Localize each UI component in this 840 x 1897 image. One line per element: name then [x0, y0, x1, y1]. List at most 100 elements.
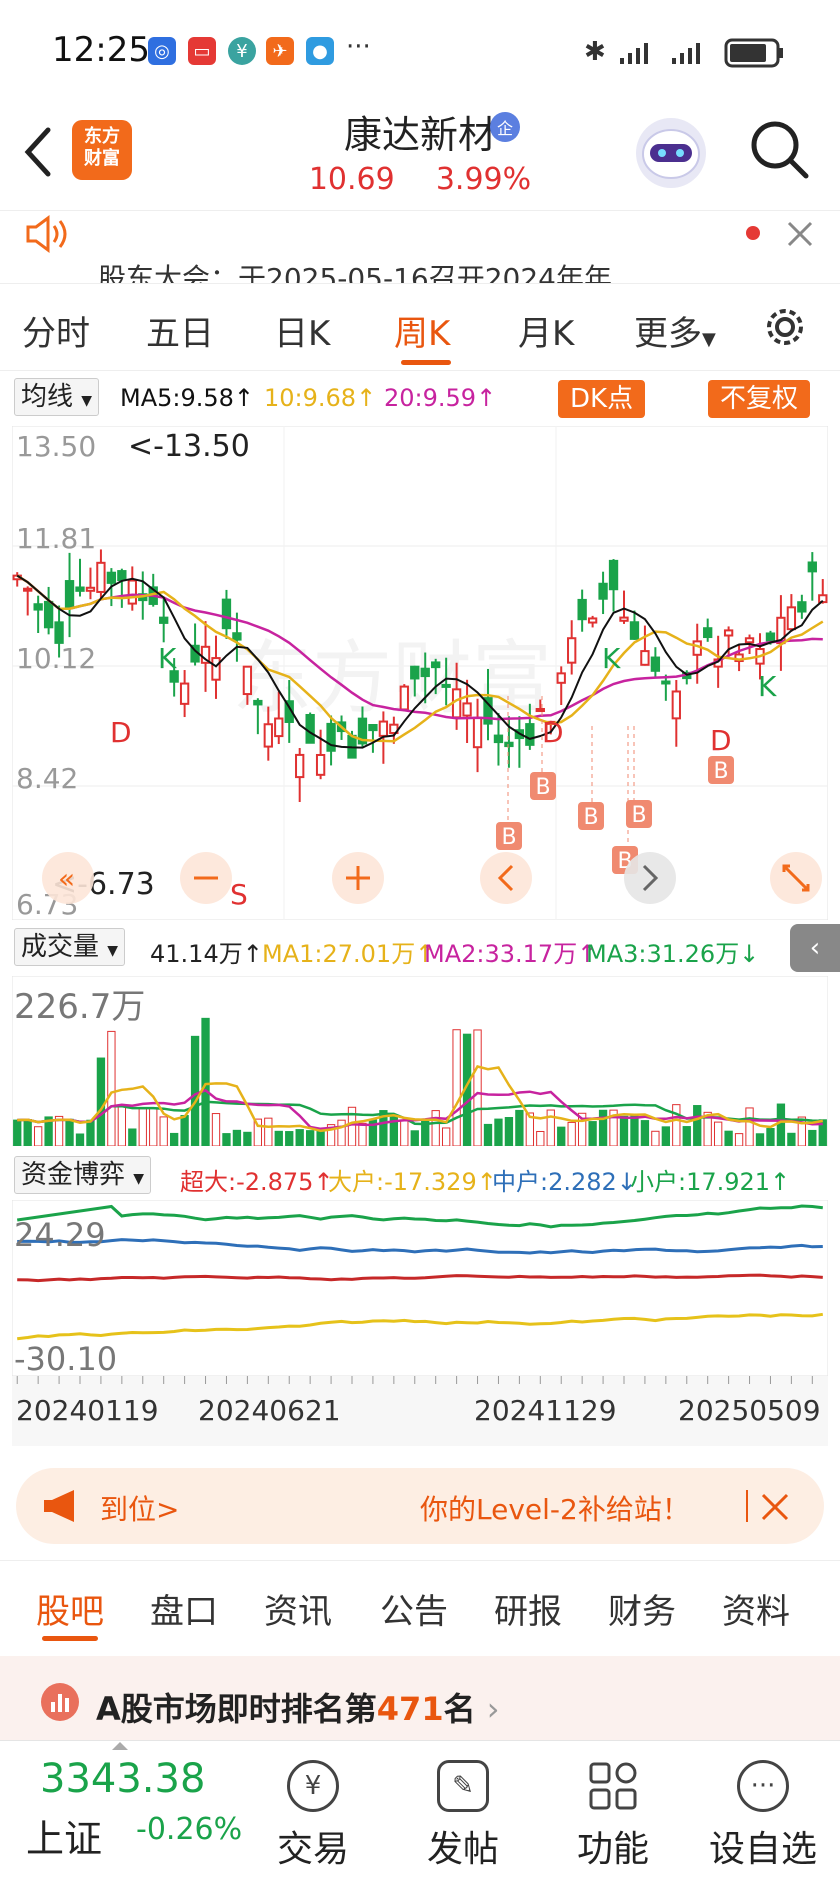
candle	[368, 724, 378, 732]
tab-five-day[interactable]: 五日	[146, 306, 214, 355]
volume-bar	[107, 1030, 116, 1146]
tab-more[interactable]: 更多▼	[634, 306, 716, 355]
candle	[556, 672, 566, 684]
candle	[431, 661, 441, 669]
mail-notification-icon: ▭	[188, 37, 216, 65]
candle	[64, 580, 75, 610]
date-label: 20240119	[16, 1394, 159, 1427]
search-icon[interactable]	[748, 118, 812, 182]
volume-bar	[661, 1126, 671, 1146]
volume-chart[interactable]: 226.7万	[12, 976, 828, 1146]
fund-flow-selector[interactable]: 资金博弈 ▼	[14, 1156, 152, 1194]
index-expand-icon[interactable]	[112, 1742, 128, 1750]
signal-k: K	[758, 670, 777, 703]
tab-announcements[interactable]: 公告	[380, 1584, 448, 1633]
settings-gear-icon[interactable]	[760, 302, 810, 352]
volume-max-label: 226.7万	[14, 987, 145, 1027]
tab-finance[interactable]: 财务	[608, 1584, 676, 1633]
tab-minute[interactable]: 分时	[22, 306, 90, 355]
scroll-left-button	[480, 852, 532, 904]
edit-icon: ✎	[437, 1760, 489, 1812]
enterprise-badge-icon: 企	[490, 112, 520, 142]
ma10-value: 10:9.68↑	[264, 384, 377, 412]
candle	[525, 723, 535, 746]
dk-point-button[interactable]: DK点	[558, 380, 646, 418]
tab-weekly-k[interactable]: 周K	[394, 306, 450, 355]
date-label: 20240621	[198, 1394, 341, 1427]
volume-bar	[65, 1118, 74, 1146]
app-notification-icon: ◎	[148, 37, 176, 65]
candle	[535, 708, 545, 713]
fund-flow-chart[interactable]: 24.29 -30.10	[12, 1200, 828, 1376]
volume-bar	[410, 1130, 419, 1146]
post-button[interactable]: ✎ 发帖	[398, 1760, 528, 1872]
y-label: 11.81	[16, 522, 96, 555]
kline-chart[interactable]: 东方财富 13.50 11.81 10.12 8.42 6.73 <-13.50…	[12, 426, 828, 920]
candle	[33, 603, 43, 611]
candle	[54, 621, 64, 644]
double-chevron-left-icon: «	[58, 862, 75, 895]
robot-assistant-avatar[interactable]	[636, 118, 706, 188]
svg-text:B: B	[583, 805, 598, 830]
announcement-text: 股东大会：于2025-05-16召开2024年年	[98, 262, 612, 284]
tab-news[interactable]: 资讯	[264, 1584, 332, 1633]
volume-bar	[264, 1117, 273, 1146]
bluetooth-icon: ✱	[584, 37, 606, 67]
tab-daily-k[interactable]: 日K	[274, 306, 330, 355]
add-watchlist-button[interactable]: ··· 设自选	[698, 1760, 828, 1872]
volume-bar	[274, 1130, 283, 1146]
volume-bar	[201, 1017, 210, 1146]
trade-button[interactable]: ¥ 交易	[248, 1760, 378, 1872]
no-adjust-button[interactable]: 不复权	[708, 380, 811, 418]
chevron-right-icon: ›	[486, 1690, 500, 1728]
signal-d: D	[710, 724, 732, 757]
volume-bar	[515, 1109, 524, 1146]
candle	[744, 637, 755, 644]
side-panel-toggle[interactable]: ‹	[790, 924, 840, 972]
system-status-icons: ✱	[584, 37, 783, 68]
candle	[159, 616, 169, 624]
volume-bar	[776, 1103, 786, 1146]
svg-text:B: B	[535, 775, 550, 800]
medium-value: 中户:2.282↓	[492, 1168, 637, 1196]
volume-bar	[787, 1132, 796, 1146]
close-icon[interactable]	[786, 220, 814, 248]
volume-bar	[232, 1129, 242, 1146]
tab-research[interactable]: 研报	[494, 1584, 562, 1633]
shanghai-index-change: -0.26%	[136, 1812, 243, 1847]
banner-close-icon[interactable]	[760, 1492, 790, 1522]
shanghai-index-value[interactable]: 3343.38	[40, 1756, 205, 1802]
volume-bar	[337, 1119, 346, 1146]
scroll-right-button	[624, 852, 676, 904]
indicator-selector[interactable]: 均线 ▼	[14, 378, 100, 416]
announcement-ticker[interactable]: 股东大会：于2025-05-16召开2024年年	[0, 210, 840, 284]
volume-bar	[536, 1130, 545, 1146]
volume-selector[interactable]: 成交量 ▼	[14, 928, 126, 966]
volume-bar	[117, 1104, 127, 1146]
volume-bar	[316, 1130, 325, 1146]
candle	[786, 606, 797, 631]
small-value: 小户:17.921↑	[630, 1168, 791, 1196]
candle	[117, 570, 127, 582]
y-label: 10.12	[16, 642, 96, 675]
volume-bar	[23, 1119, 32, 1146]
candle	[326, 722, 336, 752]
candle	[221, 598, 232, 630]
volume-bar	[358, 1122, 367, 1146]
candle	[650, 656, 661, 672]
functions-button[interactable]: 功能	[548, 1760, 678, 1872]
super-large-value: 超大:-2.875↑	[180, 1168, 334, 1196]
candle	[242, 665, 253, 696]
tab-guba[interactable]: 股吧	[36, 1584, 104, 1633]
tab-profile[interactable]: 资料	[722, 1584, 790, 1633]
volume-bar	[400, 1119, 409, 1146]
volume-bar	[755, 1133, 765, 1146]
tab-pankou[interactable]: 盘口	[150, 1584, 218, 1633]
volume-value: 41.14万↑	[150, 940, 263, 968]
banner-left-text: 到位>	[100, 1493, 180, 1526]
candle	[43, 600, 54, 629]
volume-bar	[452, 1029, 461, 1146]
tab-monthly-k[interactable]: 月K	[518, 306, 574, 355]
candle	[295, 753, 305, 779]
candle	[472, 716, 483, 749]
